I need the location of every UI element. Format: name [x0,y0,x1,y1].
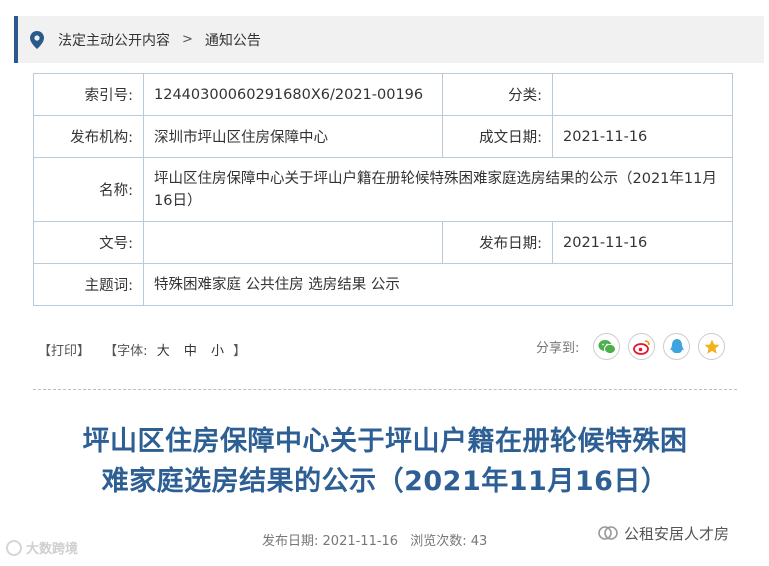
category-label: 分类: [442,73,553,116]
watermark-left: 大数跨境 [6,538,78,557]
publisher-value: 深圳市坪山区住房保障中心 [143,115,443,158]
watermark-right-text: 公租安居人才房 [624,524,730,543]
font-medium-button[interactable]: 中 [184,344,197,359]
article-tools: 【打印】 【字体: 大 中 小 】 [38,340,246,359]
share-bar: 分享到: [536,333,733,360]
keywords-value: 特殊困难家庭 公共住房 选房结果 公示 [143,263,733,306]
breadcrumb-item-public-content[interactable]: 法定主动公开内容 [58,30,170,50]
doc-number-label: 文号: [33,221,144,264]
index-label: 索引号: [33,73,144,116]
breadcrumb: 法定主动公开内容 > 通知公告 [14,16,764,63]
watermark-logo-icon [6,539,22,556]
pub-date-value: 2021-11-16 [322,534,399,549]
qq-icon [670,338,684,353]
location-pin-icon [30,30,44,49]
created-date-label: 成文日期: [442,115,553,158]
document-meta-table: 索引号: 12440300060291680X6/2021-00196 分类: … [33,73,733,306]
publish-date-label: 发布日期: [442,221,553,264]
table-row: 名称: 坪山区住房保障中心关于坪山户籍在册轮候特殊困难家庭选房结果的公示（202… [33,157,733,222]
star-icon [704,339,720,354]
created-date-value: 2021-11-16 [552,115,733,158]
font-size-suffix: 】 [233,344,247,359]
views-count: 43 [470,534,488,549]
views-label: 浏览次数: [410,534,467,549]
keywords-label: 主题词: [33,263,144,306]
table-row: 发布机构: 深圳市坪山区住房保障中心 成文日期: 2021-11-16 [33,115,733,158]
share-wechat-button[interactable] [593,333,621,360]
publish-date-value: 2021-11-16 [552,221,733,264]
article-title-line-2: 难家庭选房结果的公示（2021年11月16日） [101,466,669,497]
name-value: 坪山区住房保障中心关于坪山户籍在册轮候特殊困难家庭选房结果的公示（2021年11… [143,157,733,222]
share-label: 分享到: [536,341,580,356]
name-label: 名称: [33,157,144,222]
font-large-button[interactable]: 大 [157,344,170,359]
article-publish-info: 发布日期: 2021-11-16 浏览次数: 43 [262,530,487,549]
share-weibo-button[interactable] [628,333,656,360]
article-title-line-1: 坪山区住房保障中心关于坪山户籍在册轮候特殊困 [82,426,688,457]
wechat-official-account-icon [598,526,618,540]
category-value [552,73,733,116]
publisher-label: 发布机构: [33,115,144,158]
font-small-button[interactable]: 小 [211,344,224,359]
print-button[interactable]: 【打印】 [38,344,90,359]
divider [33,389,737,390]
article-title: 坪山区住房保障中心关于坪山户籍在册轮候特殊困 难家庭选房结果的公示（2021年1… [20,422,750,502]
table-row: 索引号: 12440300060291680X6/2021-00196 分类: [33,73,733,116]
share-qzone-button[interactable] [698,333,726,360]
index-value: 12440300060291680X6/2021-00196 [143,73,443,116]
breadcrumb-item-notices[interactable]: 通知公告 [205,30,261,50]
doc-number-value [143,221,443,264]
pub-date-label: 发布日期: [262,534,319,549]
watermark-left-text: 大数跨境 [26,542,79,557]
weibo-icon [632,339,650,355]
watermark-right: 公租安居人才房 [594,520,729,546]
table-row: 文号: 发布日期: 2021-11-16 [33,221,733,264]
table-row: 主题词: 特殊困难家庭 公共住房 选房结果 公示 [33,263,733,306]
wechat-icon [598,339,616,354]
font-size-prefix: 【字体: [104,344,148,359]
share-qq-button[interactable] [663,333,691,360]
chevron-right-icon: > [182,32,193,47]
